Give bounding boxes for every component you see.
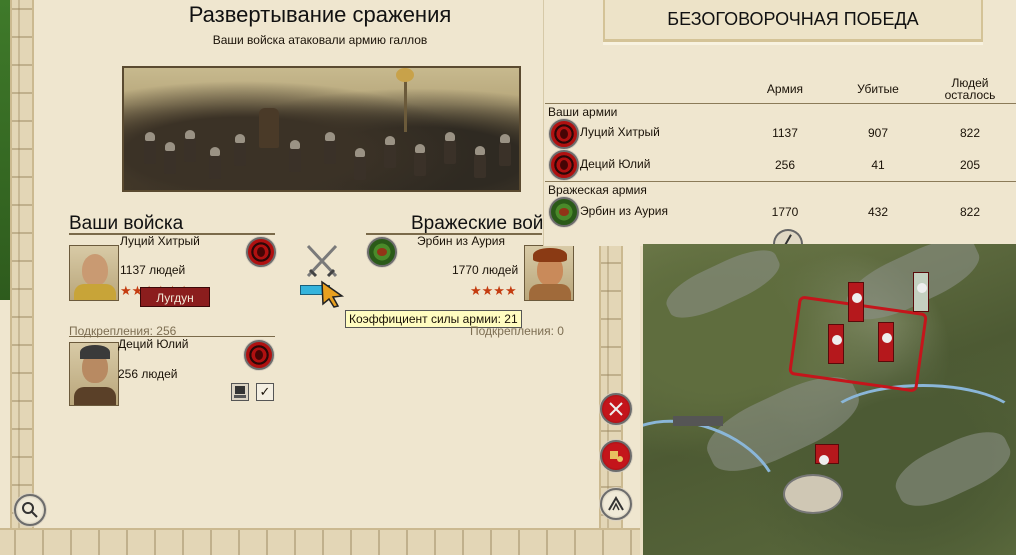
enemy-general-name: Эрбин из Аурия [417,234,505,248]
column-header-killed: Убитые [857,82,899,96]
battle-scene-image [122,66,521,192]
computer-control-icon[interactable] [231,383,249,401]
roman-faction-icon[interactable] [244,340,274,370]
roman-faction-icon[interactable] [246,237,276,267]
player-armies-section: Ваши армии [548,105,618,119]
player-general-men: 1137 людей [120,263,186,277]
retreat-button[interactable] [600,488,632,520]
result-row-2-remaining: 205 [959,158,981,172]
enemy-general-men: 1770 людей [452,263,519,277]
enemy-army-banner[interactable] [913,272,929,312]
result-row-1-remaining: 822 [959,126,981,140]
result-row-3-remaining: 822 [959,205,981,219]
roman-faction-icon[interactable] [549,119,579,149]
roman-faction-icon[interactable] [549,150,579,180]
column-header-remaining: Людей осталось [944,76,996,102]
victory-banner: БЕЗОГОВОРОЧНАЯ ПОБЕДА [603,0,983,42]
fight-battle-button[interactable] [600,440,632,472]
bottom-border [0,528,640,555]
reinforcement-general-name: Деций Юлий [118,337,189,351]
right-border [599,240,623,530]
results-rule-top [545,103,1016,104]
page-title: Развертывание сражения [188,2,452,27]
enemy-reinforcements-label: Подкрепления: 0 [470,324,564,338]
player-forces-heading: Ваши войска [69,213,184,234]
gaul-faction-icon[interactable] [549,197,579,227]
result-row-2-name: Деций Юлий [580,157,651,171]
city-name-label[interactable]: Лугдун [140,287,210,307]
auto-resolve-button[interactable] [600,393,632,425]
settlement-banner[interactable] [815,444,839,465]
enemy-general-portrait[interactable] [524,245,574,301]
campaign-map[interactable] [643,244,1016,555]
reinforcement-general-men: 256 людей [118,367,178,381]
enemy-general-stars: ★★★★ [470,283,517,298]
column-header-army: Армия [766,82,804,96]
roman-army-banner[interactable] [878,322,894,362]
enemy-forces-heading: Вражеские вой [411,213,543,234]
enemy-armies-section: Вражеская армия [548,183,647,197]
result-row-1-killed: 907 [867,126,889,140]
reinforcement-general-portrait[interactable] [69,342,119,406]
result-row-3-army: 1770 [771,205,799,219]
result-row-1-name: Луций Хитрый [580,125,660,139]
crossed-swords-icon[interactable] [302,242,342,282]
mouse-cursor-icon [321,280,345,308]
zoom-magnifier-button[interactable] [14,494,46,526]
result-row-3-killed: 432 [867,205,889,219]
result-row-2-killed: 41 [871,158,885,172]
roman-army-banner[interactable] [828,324,844,364]
results-rule-mid [545,181,1016,182]
gaul-faction-icon[interactable] [367,237,397,267]
left-border [10,0,34,528]
map-edge-strip [0,0,10,300]
watchtower-icon[interactable] [673,416,723,426]
result-row-2-army: 256 [774,158,796,172]
result-row-3-name: Эрбин из Аурия [580,204,668,218]
reinforcement-checkbox[interactable]: ✓ [256,383,274,401]
player-general-name: Луций Хитрый [120,234,200,248]
player-general-portrait[interactable] [69,245,119,301]
settlement-lugdun[interactable] [783,474,843,514]
page-subtitle: Ваши войска атаковали армию галлов [212,33,428,47]
result-row-1-army: 1137 [772,126,798,140]
roman-army-banner[interactable] [848,282,864,322]
